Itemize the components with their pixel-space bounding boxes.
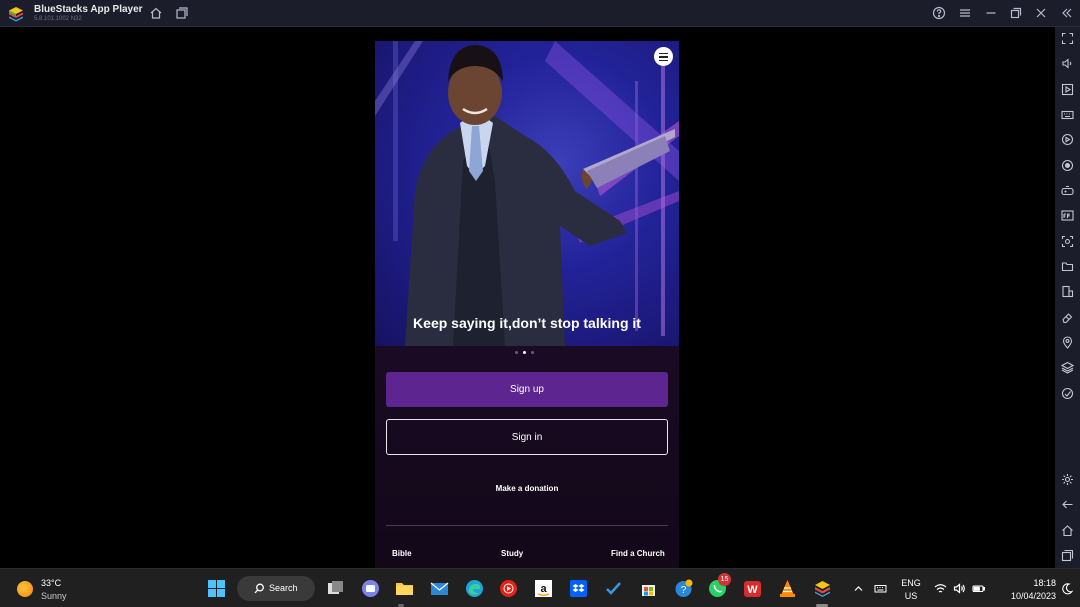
location-icon[interactable] (1061, 336, 1074, 349)
multi-instance-icon[interactable] (175, 6, 189, 20)
layers-icon[interactable] (1061, 361, 1074, 374)
mail-icon[interactable] (430, 579, 449, 598)
settings-icon[interactable] (1061, 473, 1074, 486)
battery-icon[interactable] (972, 582, 985, 595)
speaker-icon[interactable] (953, 582, 966, 595)
amazon-icon[interactable]: a (534, 579, 553, 598)
youtube-music-icon[interactable] (499, 579, 518, 598)
dropbox-icon[interactable] (569, 579, 588, 598)
wifi-icon[interactable] (934, 582, 947, 595)
chevron-up-icon[interactable] (852, 582, 865, 595)
hero-caption: Keep saying it,don’t stop talking it (413, 315, 641, 331)
fullscreen-icon[interactable] (1061, 32, 1074, 45)
svg-text:a: a (540, 583, 547, 595)
keyboard-icon[interactable] (1061, 108, 1074, 121)
carousel-dot[interactable] (515, 351, 518, 354)
fps-icon[interactable] (1061, 209, 1074, 222)
title-bar: BlueStacks App Player 5.8.101.1002 N32 (0, 0, 1080, 27)
weather-sun-icon[interactable] (17, 581, 33, 597)
todo-check-icon[interactable] (604, 579, 623, 598)
hero-photo (375, 41, 679, 346)
carousel-indicator (515, 351, 534, 354)
macro-icon[interactable] (1061, 133, 1074, 146)
wps-office-icon[interactable]: W (743, 579, 762, 598)
weather-temperature[interactable]: 33°C (41, 578, 61, 588)
carousel-dot-active[interactable] (523, 351, 526, 354)
search-label: Search (269, 583, 298, 593)
media-icon[interactable] (1061, 83, 1074, 96)
teams-chat-icon[interactable] (361, 579, 380, 598)
bluestacks-sidebar (1055, 27, 1080, 568)
minimize-icon[interactable] (984, 6, 998, 20)
volume-icon[interactable] (1061, 57, 1074, 70)
nav-study[interactable]: Study (501, 549, 523, 558)
app-screen: Keep saying it,don’t stop talking it Sig… (375, 41, 679, 568)
language-line-1[interactable]: ENG (900, 578, 922, 588)
back-icon[interactable] (1061, 498, 1074, 511)
notification-icon[interactable] (1061, 582, 1074, 595)
hamburger-menu-icon[interactable] (654, 47, 673, 66)
hero-image: Keep saying it,don’t stop talking it (375, 41, 679, 346)
folder-icon[interactable] (1061, 260, 1074, 273)
language-line-2[interactable]: US (900, 591, 922, 601)
bluestacks-taskbar-icon[interactable] (813, 579, 832, 598)
gamepad-icon[interactable] (1061, 184, 1074, 197)
carousel-dot[interactable] (531, 351, 534, 354)
tips-icon[interactable]: ? (674, 579, 693, 598)
clock-date[interactable]: 10/04/2023 (994, 591, 1056, 601)
task-view-icon[interactable] (326, 579, 345, 598)
eraser-icon[interactable] (1061, 311, 1074, 324)
vlc-icon[interactable] (778, 579, 797, 598)
home-icon[interactable] (149, 6, 163, 20)
sync-icon[interactable] (1061, 387, 1074, 400)
window-title: BlueStacks App Player (34, 4, 143, 15)
sign-up-button[interactable]: Sign up (386, 372, 668, 407)
recents-icon[interactable] (1061, 549, 1074, 562)
store-icon[interactable] (639, 579, 658, 598)
file-explorer-icon[interactable] (395, 579, 414, 598)
bluestacks-logo-icon (9, 7, 23, 22)
multi-device-icon[interactable] (1061, 285, 1074, 298)
bottom-nav: Bible Study Find a Church (375, 549, 679, 561)
android-home-icon[interactable] (1061, 524, 1074, 537)
nav-find-church[interactable]: Find a Church (611, 549, 665, 558)
divider (386, 525, 668, 526)
help-icon[interactable] (932, 6, 946, 20)
windows-taskbar: 33°C Sunny Search a ? 15 W ENG US 18:18 … (0, 568, 1080, 607)
svg-text:W: W (747, 584, 758, 596)
record-icon[interactable] (1061, 159, 1074, 172)
window-version: 5.8.101.1002 N32 (34, 16, 82, 22)
taskbar-search[interactable]: Search (237, 576, 315, 601)
screenshot-icon[interactable] (1061, 235, 1074, 248)
weather-description[interactable]: Sunny (41, 591, 67, 601)
edge-browser-icon[interactable] (465, 579, 484, 598)
nav-bible[interactable]: Bible (392, 549, 412, 558)
clock-time[interactable]: 18:18 (1016, 578, 1056, 588)
make-donation-link[interactable]: Make a donation (375, 484, 679, 493)
close-icon[interactable] (1034, 6, 1048, 20)
keyboard-tray-icon[interactable] (874, 582, 887, 595)
whatsapp-badge: 15 (718, 573, 731, 586)
collapse-sidebar-icon[interactable] (1060, 6, 1074, 20)
menu-icon[interactable] (958, 6, 972, 20)
search-icon (254, 583, 264, 594)
restore-icon[interactable] (1009, 6, 1023, 20)
windows-start-icon[interactable] (207, 579, 226, 598)
sign-in-button[interactable]: Sign in (386, 419, 668, 455)
svg-text:?: ? (681, 585, 687, 596)
